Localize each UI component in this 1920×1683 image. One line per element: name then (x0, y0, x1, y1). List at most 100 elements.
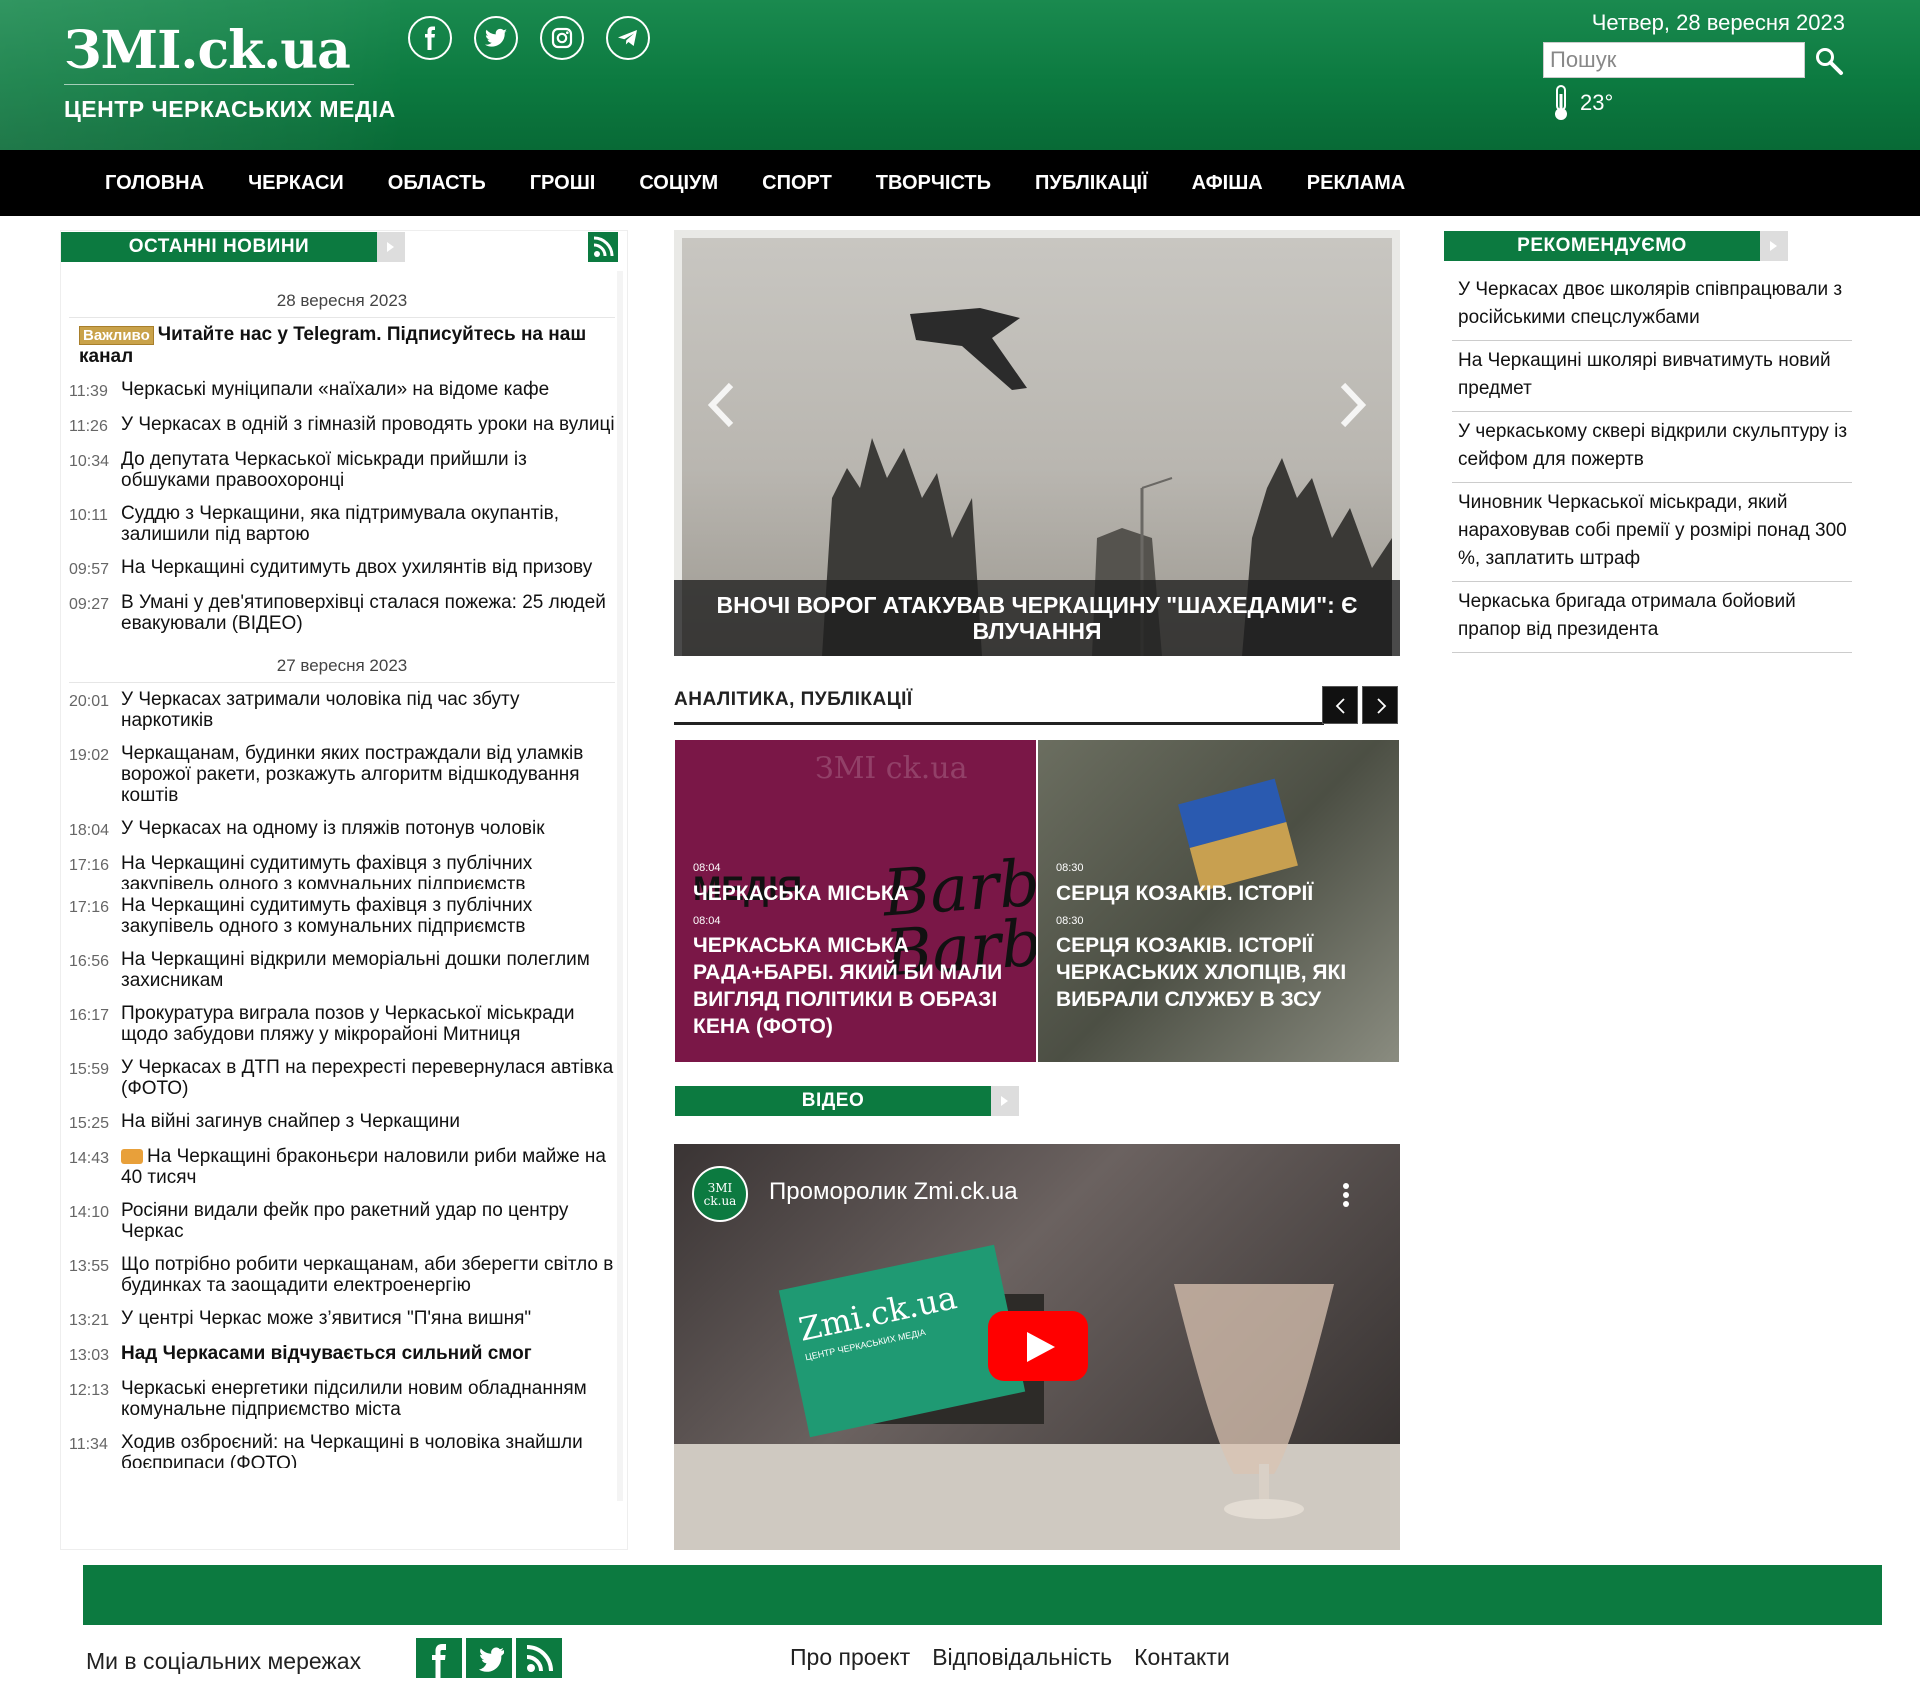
slider-caption[interactable]: ВНОЧІ ВОРОГ АТАКУВАВ ЧЕРКАЩИНУ "ШАХЕДАМИ… (674, 580, 1400, 656)
news-item[interactable]: 16:17 Прокуратура виграла позов у Черкась… (69, 997, 615, 1051)
video-player[interactable]: Zmi.ck.ua ЦЕНТР ЧЕРКАСЬКИХ МЕДІА ЗМІ ck.… (674, 1144, 1400, 1550)
news-headline-text[interactable]: Черкаські енергетики підсилили новим обл… (121, 1378, 587, 1420)
channel-avatar[interactable]: ЗМІ ck.ua (692, 1166, 748, 1222)
nav-item-sport[interactable]: СПОРТ (740, 172, 854, 195)
news-headline-text[interactable]: На Черкащині судитимуть фахівця з публіч… (121, 853, 532, 889)
news-item[interactable]: 20:01 У Черкасах затримали чоловіка під ч… (69, 683, 615, 737)
news-headline-text[interactable]: До депутата Черкаської міськради прийшли… (121, 449, 527, 491)
news-headline-text[interactable]: На Черкащині браконьєри наловили риби ма… (121, 1146, 606, 1188)
telegram-icon[interactable] (606, 16, 650, 60)
facebook-icon[interactable] (408, 16, 452, 60)
news-headline-text[interactable]: У Черкасах на одному із пляжів потонув ч… (121, 818, 545, 839)
more-vert-icon[interactable] (1342, 1182, 1350, 1208)
news-headline-text[interactable]: У Черкасах в ДТП на перехресті переверну… (121, 1057, 613, 1099)
news-item[interactable]: 17:16 На Черкащині судитимуть фахівця з п… (69, 889, 615, 943)
recommend-item[interactable]: Чиновник Черкаської міськради, який нара… (1452, 483, 1852, 582)
news-headline[interactable]: У Черкасах на одному із пляжів потонув ч… (121, 818, 615, 841)
news-headline[interactable]: У Черкасах затримали чоловіка під час зб… (121, 689, 615, 731)
video-title[interactable]: Проморолик Zmi.ck.ua (769, 1178, 1018, 1206)
news-headline[interactable]: До депутата Черкаської міськради прийшли… (121, 449, 615, 491)
recommend-item[interactable]: У Черкасах двоє школярів співпрацювали з… (1452, 270, 1852, 341)
footer-link-about[interactable]: Про проект (790, 1644, 910, 1671)
instagram-icon[interactable] (540, 16, 584, 60)
news-item[interactable]: 10:11 Суддю з Черкащини, яка підтримувала… (69, 497, 615, 551)
play-button[interactable] (988, 1311, 1088, 1381)
section-arrow-icon[interactable] (1760, 231, 1788, 261)
news-headline-text[interactable]: В Умані у дев'ятиповерхівці сталася поже… (121, 592, 606, 634)
news-headline[interactable]: Черкаські муніципали «наїхали» на відоме… (121, 379, 615, 402)
news-headline-text[interactable]: Ходив озброєний: на Черкащині в чоловіка… (121, 1432, 583, 1468)
news-item[interactable]: 15:25 На війні загинув снайпер з Черкащин… (69, 1105, 615, 1140)
news-headline[interactable]: У центрі Черкас може з’явитися "П'яна ви… (121, 1308, 615, 1331)
news-item[interactable]: 09:57 На Черкащині судитимуть двох ухилян… (69, 551, 615, 586)
news-headline[interactable]: Черкаські енергетики підсилили новим обл… (121, 1378, 615, 1420)
nav-item-home[interactable]: ГОЛОВНА (83, 172, 226, 195)
nav-item-advertising[interactable]: РЕКЛАМА (1285, 172, 1427, 195)
news-item[interactable]: 14:43 На Черкащині браконьєри наловили ри… (69, 1140, 615, 1194)
news-item[interactable]: 13:55 Що потрібно робити черкащанам, аби … (69, 1248, 615, 1302)
card-title[interactable]: СЕРЦЯ КОЗАКІВ. ІСТОРІЇ ЧЕРКАСЬКИХ ХЛОПЦІ… (1056, 932, 1386, 1013)
news-item[interactable]: 17:16 На Черкащині судитимуть фахівця з п… (69, 847, 615, 889)
news-headline[interactable]: В Умані у дев'ятиповерхівці сталася поже… (121, 592, 615, 634)
analytics-card-barbie[interactable]: ЗМІ ck.ua Barbie Barbie МЕДІЯ 08:04 ЧЕРК… (675, 740, 1036, 1062)
news-headline-text[interactable]: Над Черкасами відчувається сильний смог (121, 1343, 532, 1364)
rss-icon[interactable] (588, 232, 618, 262)
search-input[interactable]: Пошук (1543, 42, 1805, 78)
section-arrow-icon[interactable] (991, 1086, 1019, 1116)
nav-item-money[interactable]: ГРОШІ (508, 172, 618, 195)
recommend-item[interactable]: Черкаська бригада отримала бойовий прапо… (1452, 582, 1852, 653)
news-scrollbar[interactable] (617, 271, 623, 1501)
top-news-slider[interactable]: ВНОЧІ ВОРОГ АТАКУВАВ ЧЕРКАЩИНУ "ШАХЕДАМИ… (674, 230, 1400, 656)
news-headline[interactable]: Суддю з Черкащини, яка підтримувала окуп… (121, 503, 615, 545)
news-item[interactable]: 13:21 У центрі Черкас може з’явитися "П'я… (69, 1302, 615, 1337)
news-headline[interactable]: Що потрібно робити черкащанам, аби збере… (121, 1254, 615, 1296)
news-headline[interactable]: У Черкасах в одній з гімназій проводять … (121, 414, 615, 437)
news-headline[interactable]: Прокуратура виграла позов у Черкаської м… (121, 1003, 615, 1045)
analytics-prev-button[interactable] (1322, 686, 1358, 724)
news-item[interactable]: 11:39 Черкаські муніципали «наїхали» на в… (69, 373, 615, 408)
analytics-card-cossacks[interactable]: 08:30 СЕРЦЯ КОЗАКІВ. ІСТОРІЇ 08:30 СЕРЦЯ… (1038, 740, 1399, 1062)
news-item[interactable]: 18:04 У Черкасах на одному із пляжів пото… (69, 812, 615, 847)
nav-item-cherkasy[interactable]: ЧЕРКАСИ (226, 172, 366, 195)
slider-next-icon[interactable] (1338, 380, 1368, 430)
news-headline[interactable]: На війні загинув снайпер з Черкащини (121, 1111, 615, 1134)
news-headline-text[interactable]: Росіяни видали фейк про ракетний удар по… (121, 1200, 568, 1242)
footer-link-responsibility[interactable]: Відповідальність (932, 1644, 1112, 1671)
news-headline-text[interactable]: На війні загинув снайпер з Черкащини (121, 1111, 460, 1132)
news-headline-text[interactable]: Суддю з Черкащини, яка підтримувала окуп… (121, 503, 559, 545)
news-headline[interactable]: На Черкащині судитимуть фахівця з публіч… (121, 853, 615, 889)
news-headline[interactable]: На Черкащині судитимуть фахівця з публіч… (121, 895, 615, 937)
news-item[interactable]: 13:03 Над Черкасами відчувається сильний … (69, 1337, 615, 1372)
nav-item-publications[interactable]: ПУБЛІКАЦІЇ (1013, 172, 1170, 195)
news-headline-text[interactable]: Що потрібно робити черкащанам, аби збере… (121, 1254, 613, 1296)
news-headline-text[interactable]: На Черкащині відкрили меморіальні дошки … (121, 949, 590, 991)
news-headline[interactable]: У Черкасах в ДТП на перехресті переверну… (121, 1057, 615, 1099)
card-title[interactable]: ЧЕРКАСЬКА МІСЬКА РАДА+БАРБІ. ЯКИЙ БИ МАЛ… (693, 932, 1023, 1040)
twitter-icon[interactable] (474, 16, 518, 60)
news-item[interactable]: 11:26 У Черкасах в одній з гімназій прово… (69, 408, 615, 443)
news-headline[interactable]: На Черкащині браконьєри наловили риби ма… (121, 1146, 615, 1188)
slider-prev-icon[interactable] (706, 380, 736, 430)
recommend-item[interactable]: У черкаському сквері відкрили скульптуру… (1452, 412, 1852, 483)
news-headline[interactable]: Над Черкасами відчувається сильний смог (121, 1343, 615, 1366)
news-headline[interactable]: Ходив озброєний: на Черкащині в чоловіка… (121, 1432, 615, 1468)
footer-facebook-icon[interactable] (416, 1638, 462, 1678)
news-headline-text[interactable]: Прокуратура виграла позов у Черкаської м… (121, 1003, 574, 1045)
news-item[interactable]: 19:02 Черкащанам, будинки яких постраждал… (69, 737, 615, 812)
news-item[interactable]: 15:59 У Черкасах в ДТП на перехресті пере… (69, 1051, 615, 1105)
news-headline-text[interactable]: У центрі Черкас може з’явитися "П'яна ви… (121, 1308, 531, 1329)
news-headline[interactable]: Черкащанам, будинки яких постраждали від… (121, 743, 615, 806)
nav-item-creativity[interactable]: ТВОРЧІСТЬ (854, 172, 1013, 195)
news-headline[interactable]: Важливо Читайте нас у Telegram. Підписуйт… (69, 324, 615, 367)
site-logo[interactable]: ЗМІ.ck.ua (64, 20, 351, 81)
news-headline-text[interactable]: На Черкащині судитимуть фахівця з публіч… (121, 895, 532, 937)
news-headline-text[interactable]: Читайте нас у Telegram. Підписуйтесь на … (79, 324, 586, 367)
news-headline[interactable]: На Черкащині судитимуть двох ухилянтів в… (121, 557, 615, 580)
news-headline-text[interactable]: У Черкасах затримали чоловіка під час зб… (121, 689, 519, 731)
search-icon[interactable] (1814, 46, 1844, 76)
news-item[interactable]: 12:13 Черкаські енергетики підсилили нови… (69, 1372, 615, 1426)
news-headline-text[interactable]: Черкащанам, будинки яких постраждали від… (121, 743, 583, 806)
nav-item-region[interactable]: ОБЛАСТЬ (366, 172, 508, 195)
nav-item-poster[interactable]: АФІША (1170, 172, 1285, 195)
footer-twitter-icon[interactable] (466, 1638, 512, 1678)
